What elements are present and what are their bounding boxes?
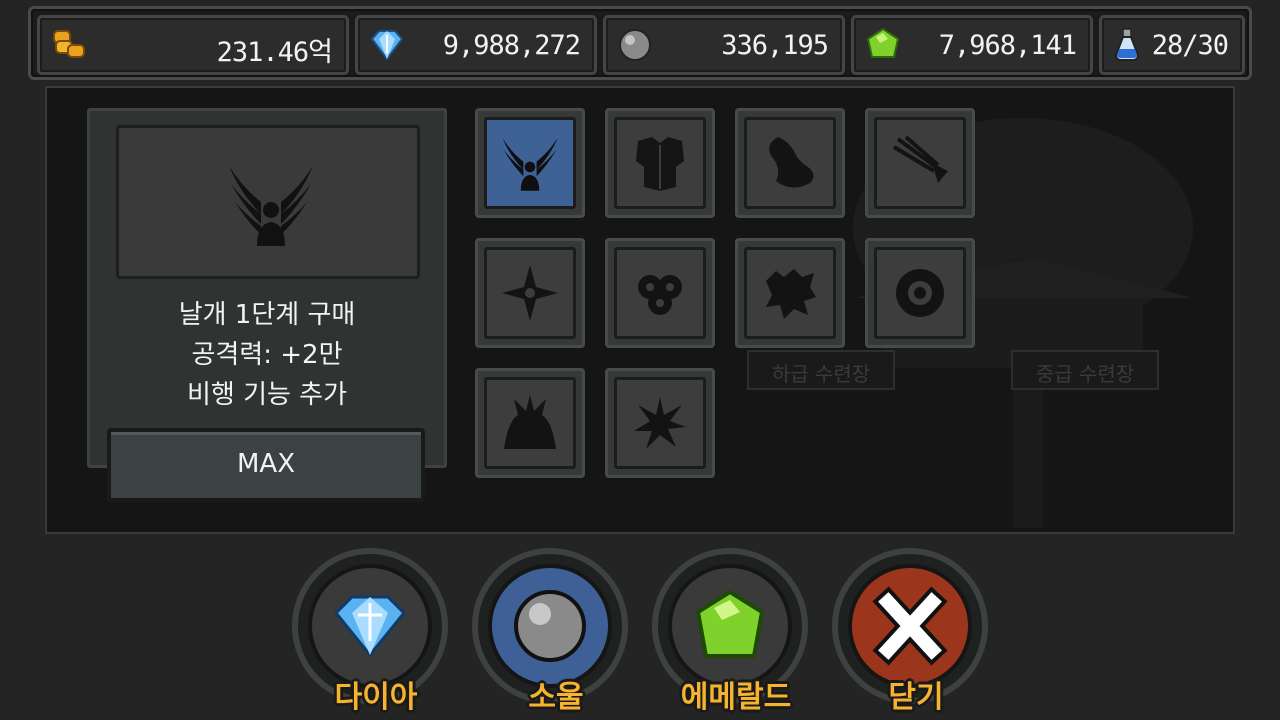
skill-slot-armor[interactable] bbox=[605, 108, 715, 218]
soul-shop-label: 소울 bbox=[528, 680, 584, 715]
diamond-shop-button[interactable]: 다이아 bbox=[292, 548, 448, 715]
wings-icon bbox=[229, 166, 313, 246]
gold-coins-icon bbox=[53, 30, 85, 58]
description-line-3: 비행 기능 추가 bbox=[186, 380, 348, 410]
soul-orb-icon bbox=[619, 29, 651, 61]
skill-slot-shuriken[interactable] bbox=[475, 238, 585, 348]
skill-slot-triple-blade[interactable] bbox=[865, 108, 975, 218]
shuriken-icon bbox=[502, 265, 558, 321]
potion-value: 28/30 bbox=[1151, 30, 1229, 61]
potion-icon bbox=[1114, 28, 1140, 61]
beast-icon bbox=[766, 269, 816, 319]
burst-icon bbox=[504, 395, 556, 449]
sign-middle-training: 중급 수련장 bbox=[1011, 350, 1159, 390]
armor-icon bbox=[636, 137, 684, 191]
diamond-icon bbox=[370, 30, 404, 61]
description-line-1: 날개 1단계 구매 bbox=[178, 300, 356, 330]
triple-blade-icon bbox=[892, 135, 948, 183]
spiral-icon bbox=[896, 269, 944, 317]
upgrade-panel: 하급 수련장 중급 수련장 날개 1단계 구매 공격력: +2만 비행 기능 추… bbox=[45, 86, 1235, 534]
item-description: 날개 1단계 구매 공격력: +2만 비행 기능 추가 bbox=[90, 295, 444, 415]
close-icon bbox=[872, 586, 948, 666]
wings-icon bbox=[502, 137, 558, 191]
splatter-icon bbox=[634, 397, 686, 449]
emerald-value: 7,968,141 bbox=[938, 30, 1077, 61]
potion-counter: 28/30 bbox=[1099, 15, 1245, 75]
emerald-counter: 7,968,141 bbox=[851, 15, 1093, 75]
skill-slot-triskelion[interactable] bbox=[605, 238, 715, 348]
skill-slot-wings[interactable] bbox=[475, 108, 585, 218]
skill-slot-splatter[interactable] bbox=[605, 368, 715, 478]
close-button[interactable]: 닫기 bbox=[832, 548, 988, 715]
max-button[interactable]: MAX bbox=[107, 428, 425, 502]
flame-claw-icon bbox=[769, 137, 814, 188]
description-line-2: 공격력: +2만 bbox=[191, 340, 343, 370]
skill-slot-burst[interactable] bbox=[475, 368, 585, 478]
diamond-counter: 9,988,272 bbox=[355, 15, 597, 75]
gold-value: 231.46억 bbox=[216, 37, 333, 68]
soul-shop-button[interactable]: 소울 bbox=[472, 548, 628, 715]
item-preview bbox=[116, 125, 420, 279]
emerald-icon bbox=[695, 589, 765, 658]
skill-slot-flame-claw[interactable] bbox=[735, 108, 845, 218]
soul-counter: 336,195 bbox=[603, 15, 845, 75]
currency-bar: 231.46억 9,988,272 336,195 7,968,141 28/3… bbox=[28, 6, 1252, 80]
close-label: 닫기 bbox=[888, 680, 944, 715]
gold-counter: 231.46억 bbox=[37, 15, 349, 75]
skill-slot-spiral[interactable] bbox=[865, 238, 975, 348]
emerald-shop-button[interactable]: 에메랄드 bbox=[652, 548, 808, 715]
soul-orb-icon bbox=[514, 590, 586, 662]
diamond-icon bbox=[333, 595, 407, 658]
skill-slot-beast[interactable] bbox=[735, 238, 845, 348]
item-info-card: 날개 1단계 구매 공격력: +2만 비행 기능 추가 bbox=[87, 108, 447, 468]
sign-lower-training: 하급 수련장 bbox=[747, 350, 895, 390]
emerald-icon bbox=[866, 27, 900, 58]
soul-value: 336,195 bbox=[721, 30, 829, 61]
emerald-shop-label: 에메랄드 bbox=[680, 680, 792, 715]
triskelion-icon bbox=[638, 275, 682, 315]
diamond-value: 9,988,272 bbox=[442, 30, 581, 61]
diamond-shop-label: 다이아 bbox=[334, 680, 418, 715]
